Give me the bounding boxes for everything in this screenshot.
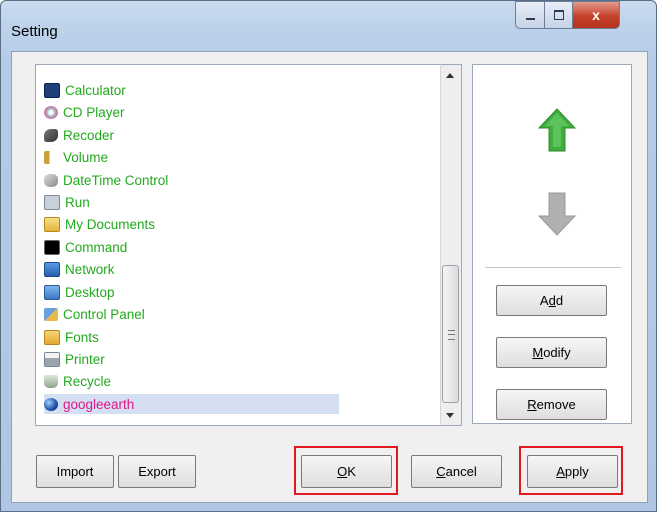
google-earth-icon bbox=[44, 397, 58, 411]
list-item[interactable]: Fonts bbox=[44, 327, 339, 347]
network-icon bbox=[44, 261, 60, 277]
modify-button[interactable]: Modify bbox=[496, 337, 607, 368]
list-item[interactable]: Run bbox=[44, 192, 339, 212]
run-icon bbox=[44, 194, 60, 210]
list-item-selected[interactable]: googleearth bbox=[44, 394, 339, 414]
close-button[interactable]: x bbox=[572, 1, 620, 29]
list-item[interactable]: Command bbox=[44, 237, 339, 257]
recycle-bin-icon bbox=[44, 374, 58, 388]
import-button[interactable]: Import bbox=[36, 455, 114, 488]
documents-folder-icon bbox=[44, 216, 60, 232]
title-bar[interactable]: Setting x bbox=[1, 1, 656, 51]
list-item[interactable]: My Documents bbox=[44, 214, 339, 234]
scroll-up-icon[interactable] bbox=[446, 73, 454, 78]
export-button[interactable]: Export bbox=[118, 455, 196, 488]
arrow-up-icon[interactable] bbox=[537, 107, 577, 153]
desktop-icon bbox=[44, 284, 60, 300]
list-item[interactable]: Volume bbox=[44, 147, 339, 167]
minimize-button[interactable] bbox=[515, 1, 545, 29]
list-item[interactable]: Recoder bbox=[44, 125, 339, 145]
list-item[interactable]: Control Panel bbox=[44, 304, 339, 324]
scroll-down-icon[interactable] bbox=[446, 413, 454, 418]
dialog-client-area: Calculator CD Player Recoder Volume Date… bbox=[11, 51, 648, 503]
list-item[interactable]: CD Player bbox=[44, 102, 339, 122]
recorder-icon bbox=[44, 128, 58, 142]
list-scrollbar[interactable] bbox=[440, 64, 462, 426]
minimize-icon bbox=[525, 18, 535, 20]
window-title: Setting bbox=[11, 23, 58, 40]
fonts-folder-icon bbox=[44, 329, 60, 345]
list-item[interactable]: Calculator bbox=[44, 80, 339, 100]
reorder-panel bbox=[472, 64, 632, 424]
grip-icon bbox=[448, 330, 455, 340]
scroll-thumb[interactable] bbox=[442, 265, 459, 403]
shortcut-list[interactable]: Calculator CD Player Recoder Volume Date… bbox=[35, 64, 441, 426]
printer-icon bbox=[44, 351, 60, 367]
maximize-button[interactable] bbox=[544, 1, 573, 29]
cancel-button[interactable]: Cancel bbox=[411, 455, 502, 488]
remove-button[interactable]: Remove bbox=[496, 389, 607, 420]
setting-window: Setting x Calculator CD Player Recoder V… bbox=[0, 0, 657, 512]
calculator-icon bbox=[44, 82, 60, 98]
control-panel-icon bbox=[44, 307, 58, 321]
close-icon: x bbox=[592, 7, 600, 23]
list-item[interactable]: Recycle bbox=[44, 371, 339, 391]
list-item[interactable]: Printer bbox=[44, 349, 339, 369]
panel-divider bbox=[485, 267, 621, 268]
list-item[interactable]: Desktop bbox=[44, 282, 339, 302]
apply-button[interactable]: Apply bbox=[527, 455, 618, 488]
ok-button[interactable]: OK bbox=[301, 455, 392, 488]
datetime-icon bbox=[44, 173, 58, 187]
arrow-down-icon[interactable] bbox=[537, 191, 577, 237]
list-item[interactable]: Network bbox=[44, 259, 339, 279]
add-button[interactable]: Add bbox=[496, 285, 607, 316]
list-item[interactable]: DateTime Control bbox=[44, 170, 339, 190]
maximize-icon bbox=[553, 10, 564, 20]
volume-icon bbox=[44, 150, 58, 164]
cd-player-icon bbox=[44, 105, 58, 119]
command-prompt-icon bbox=[44, 239, 60, 255]
